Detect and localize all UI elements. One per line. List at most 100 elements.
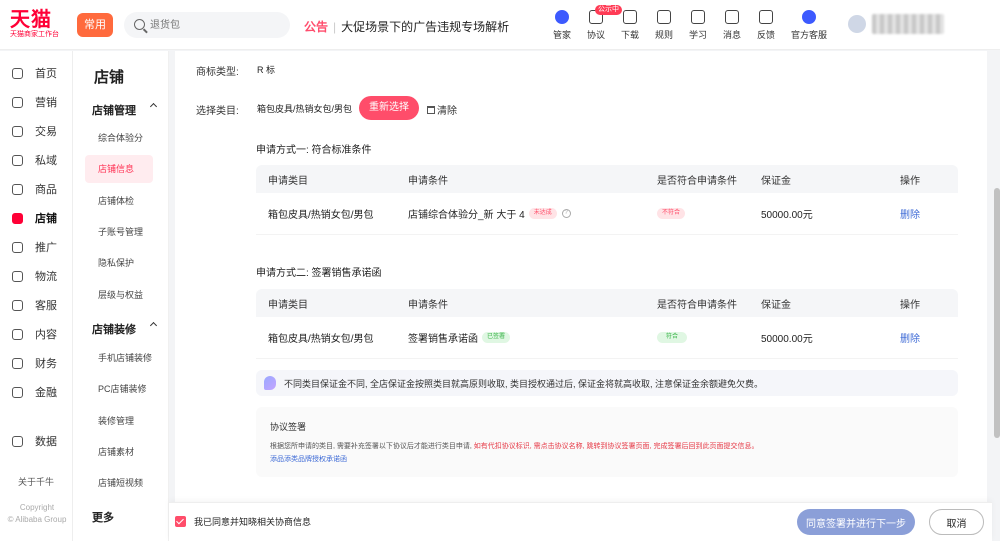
cancel-button[interactable]: 取消 bbox=[929, 509, 984, 535]
method-one-title: 申请方式一: 符合标准条件 bbox=[256, 145, 372, 156]
tmall-logo[interactable]: 天猫 天猫商家工作台 bbox=[10, 8, 72, 40]
agreement-link[interactable]: 添品添类品牌授权承诺函 bbox=[270, 454, 347, 464]
reselect-button[interactable]: 重新选择 bbox=[359, 96, 419, 120]
agree-and-next-button[interactable]: 同意签署并进行下一步 bbox=[797, 509, 915, 535]
submenu-group-store-management[interactable]: 店铺管理 bbox=[92, 102, 158, 118]
finance-icon bbox=[12, 357, 23, 369]
submenu-item-sub-account[interactable]: 子账号管理 bbox=[85, 218, 153, 246]
nav-label: 消息 bbox=[722, 30, 741, 40]
clear-label: 清除 bbox=[437, 106, 457, 117]
row-deposit: 50000.00元 bbox=[761, 210, 813, 221]
nav-message[interactable]: 消息 bbox=[715, 8, 749, 41]
sidebar-item-label: 店铺 bbox=[35, 213, 57, 225]
clear-button[interactable]: 清除 bbox=[427, 102, 457, 117]
sidebar-item-label: 客服 bbox=[35, 300, 57, 312]
brand-type-label: 商标类型: bbox=[196, 67, 239, 78]
sidebar-item-trade[interactable]: 交易 bbox=[12, 121, 57, 141]
sidebar-item-home[interactable]: 首页 bbox=[12, 63, 57, 83]
sidebar-item-label: 金融 bbox=[35, 387, 57, 399]
store-icon bbox=[12, 212, 23, 224]
submenu-item-store-assets[interactable]: 店铺素材 bbox=[85, 438, 153, 466]
nav-label: 协议 bbox=[586, 30, 605, 40]
sidebar-item-customer-service[interactable]: 客服 bbox=[12, 295, 57, 315]
submenu-item-mobile-decoration[interactable]: 手机店铺装修 bbox=[85, 344, 153, 372]
copyright-line: Copyright bbox=[19, 503, 55, 512]
sidebar-item-goods[interactable]: 商品 bbox=[12, 179, 57, 199]
data-icon bbox=[12, 435, 23, 447]
category-label: 选择类目: bbox=[196, 106, 239, 117]
submenu-item-short-video[interactable]: 店铺短视频 bbox=[85, 469, 153, 497]
chevron-up-icon bbox=[149, 102, 158, 111]
submenu-item-store-info[interactable]: 店铺信息 bbox=[85, 155, 153, 183]
user-name-blurred[interactable] bbox=[872, 14, 944, 34]
condition-text: 签署销售承诺函 bbox=[408, 334, 478, 345]
submenu-item-store-checkup[interactable]: 店铺体检 bbox=[85, 187, 153, 215]
search-box[interactable] bbox=[124, 12, 290, 38]
sidebar-item-finance[interactable]: 财务 bbox=[12, 353, 57, 373]
submenu-more[interactable]: 更多 bbox=[92, 509, 158, 525]
sidebar-item-label: 物流 bbox=[35, 271, 57, 283]
nav-learn[interactable]: 学习 bbox=[681, 8, 715, 41]
nav-agreement[interactable]: 公示中 协议 bbox=[579, 5, 622, 41]
method-two-title: 申请方式二: 签署销售承诺函 bbox=[256, 268, 382, 279]
loan-icon bbox=[12, 386, 23, 398]
home-icon bbox=[12, 67, 23, 79]
submenu-group-decoration[interactable]: 店铺装修 bbox=[92, 321, 158, 337]
sidebar-item-store[interactable]: 店铺 bbox=[12, 208, 57, 228]
nav-label: 反馈 bbox=[756, 30, 775, 40]
sidebar-item-label: 私域 bbox=[35, 155, 57, 167]
announcement[interactable]: 公告 | 大促场景下的广告违规专场解析 bbox=[304, 18, 509, 35]
submenu-item-decoration-management[interactable]: 装修管理 bbox=[85, 407, 153, 435]
sidebar-item-loan[interactable]: 金融 bbox=[12, 382, 57, 402]
nav-label: 管家 bbox=[552, 30, 571, 40]
row-meets: 不符合 bbox=[657, 193, 686, 234]
submenu-group-label: 店铺装修 bbox=[92, 324, 136, 336]
sidebar-item-content[interactable]: 内容 bbox=[12, 324, 57, 344]
bottom-action-bar: 我已同意并知晓相关协商信息 同意签署并进行下一步 取消 bbox=[169, 502, 992, 541]
submenu-item-pc-decoration[interactable]: PC店铺装修 bbox=[85, 375, 153, 403]
nav-service[interactable]: 官方客服 bbox=[783, 8, 835, 41]
nav-feedback[interactable]: 反馈 bbox=[749, 8, 783, 41]
sidebar-item-marketing[interactable]: 营销 bbox=[12, 92, 57, 112]
sidebar-item-label: 营销 bbox=[35, 97, 57, 109]
delete-link[interactable]: 删除 bbox=[900, 193, 920, 234]
nav-download[interactable]: 下载 bbox=[613, 8, 647, 41]
assistant-icon bbox=[264, 376, 276, 390]
about-qianniu-link[interactable]: 关于千牛 bbox=[18, 475, 54, 488]
marketing-icon bbox=[12, 96, 23, 108]
promotion-icon bbox=[12, 241, 23, 253]
sidebar-item-logistics[interactable]: 物流 bbox=[12, 266, 57, 286]
table-row: 箱包皮具/热销女包/男包 签署销售承诺函 已签署 符合 50000.00元 删除 bbox=[256, 317, 958, 359]
table-row: 箱包皮具/热销女包/男包 店铺综合体验分_新 大于 4 未达成 ? 不符合 50… bbox=[256, 193, 958, 235]
announcement-text[interactable]: 大促场景下的广告违规专场解析 bbox=[341, 20, 509, 34]
submenu-item-privacy[interactable]: 隐私保护 bbox=[85, 249, 153, 277]
submenu-item-level-rights[interactable]: 层级与权益 bbox=[85, 281, 153, 309]
method-one-table: 申请类目 申请条件 是否符合申请条件 保证金 操作 箱包皮具/热销女包/男包 店… bbox=[256, 165, 958, 235]
logo-text: 天猫 bbox=[10, 7, 52, 31]
sidebar-item-private[interactable]: 私域 bbox=[12, 150, 57, 170]
common-mode-button[interactable]: 常用 bbox=[77, 13, 113, 37]
condition-text: 店铺综合体验分_新 大于 4 bbox=[408, 210, 525, 221]
column-header: 保证金 bbox=[761, 175, 791, 187]
agree-text: 我已同意并知晓相关协商信息 bbox=[194, 517, 312, 527]
column-header: 申请类目 bbox=[268, 175, 308, 187]
sidebar-item-data[interactable]: 数据 bbox=[12, 431, 57, 451]
agreement-section: 协议签署 根据您所申请的类目, 需要补充签署以下协议后才能进行类目申请, 如有代… bbox=[256, 407, 958, 477]
search-input[interactable] bbox=[150, 12, 280, 38]
avatar[interactable] bbox=[848, 15, 866, 33]
download-icon bbox=[623, 10, 637, 24]
sidebar-item-promotion[interactable]: 推广 bbox=[12, 237, 57, 257]
question-icon[interactable]: ? bbox=[561, 209, 571, 218]
nav-butler[interactable]: 管家 bbox=[545, 8, 579, 41]
agree-checkbox-row[interactable]: 我已同意并知晓相关协商信息 bbox=[175, 515, 311, 528]
feedback-icon bbox=[759, 10, 773, 24]
trade-icon bbox=[12, 125, 23, 137]
delete-link[interactable]: 删除 bbox=[900, 317, 920, 358]
submenu-item-experience-score[interactable]: 综合体验分 bbox=[85, 124, 153, 152]
agree-checkbox[interactable] bbox=[175, 516, 186, 527]
scrollbar-thumb[interactable] bbox=[994, 188, 1000, 438]
nav-label: 下载 bbox=[620, 30, 639, 40]
row-category: 箱包皮具/热销女包/男包 bbox=[268, 210, 374, 221]
nav-rules[interactable]: 规则 bbox=[647, 8, 681, 41]
agreement-description: 根据您所申请的类目, 需要补充签署以下协议后才能进行类目申请, 如有代扣协议标识… bbox=[270, 441, 758, 451]
